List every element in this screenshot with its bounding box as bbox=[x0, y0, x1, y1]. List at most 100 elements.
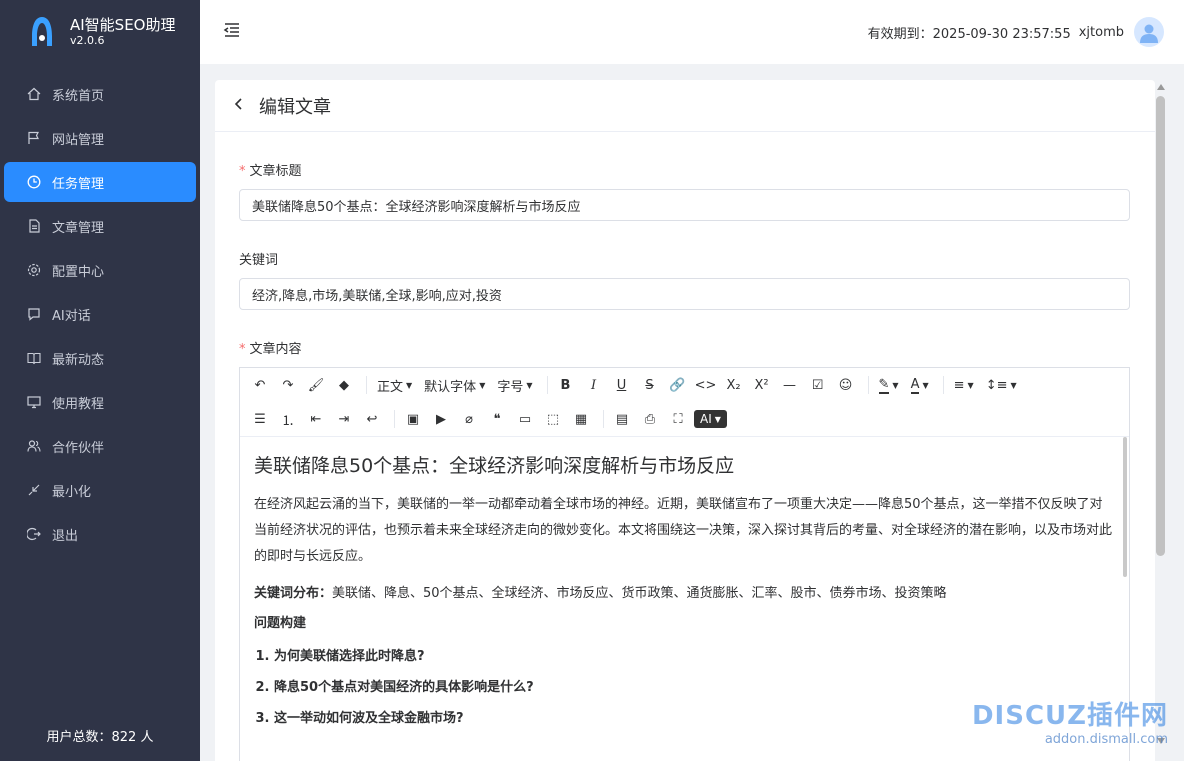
paragraph-select[interactable]: 正文 ▼ bbox=[373, 373, 416, 397]
superscript-icon[interactable]: X² bbox=[750, 373, 774, 397]
title-input-value: 美联储降息50个基点：全球经济影响深度解析与市场反应 bbox=[252, 199, 581, 215]
article-form: * 文章标题 美联储降息50个基点：全球经济影响深度解析与市场反应 关键词 经济,… bbox=[215, 160, 1155, 761]
font-size-select[interactable]: 字号 ▼ bbox=[493, 373, 536, 397]
user-count: 用户总数：822 人 bbox=[46, 730, 154, 745]
keywords-input-value: 经济,降息,市场,美联储,全球,影响,应对,投资 bbox=[252, 288, 502, 304]
quote-icon[interactable]: ❝ bbox=[485, 407, 509, 431]
card-header: 编辑文章 bbox=[215, 80, 1155, 132]
bold-icon[interactable]: B bbox=[554, 373, 578, 397]
partner-icon bbox=[26, 438, 42, 454]
template-icon[interactable]: ▤ bbox=[610, 407, 634, 431]
required-mark: * bbox=[239, 342, 246, 357]
highlight-color-icon[interactable]: ✎ ▼ bbox=[875, 373, 903, 397]
italic-icon[interactable]: I bbox=[582, 373, 606, 397]
format-painter-icon[interactable]: 🖌 bbox=[304, 373, 328, 397]
page-scrollbar[interactable] bbox=[1156, 96, 1165, 556]
font-family-select-value: 默认字体 bbox=[424, 379, 477, 395]
link-icon[interactable]: 🔗 bbox=[666, 373, 690, 397]
emoji-icon[interactable]: ☺ bbox=[834, 373, 858, 397]
keyword-distribution-label: 关键词分布： bbox=[254, 586, 333, 601]
table-icon[interactable]: ▦ bbox=[569, 407, 593, 431]
back-icon[interactable] bbox=[233, 96, 245, 115]
toolbar-divider bbox=[603, 410, 604, 428]
title-input[interactable]: 美联储降息50个基点：全球经济影响深度解析与市场反应 bbox=[239, 189, 1130, 221]
keyword-distribution-text: 美联储、降息、50个基点、全球经济、市场反应、货币政策、通货膨胀、汇率、股市、债… bbox=[332, 586, 947, 601]
editor-toolbar-row-2: ☰ ⒈ ⇤ ⇥ ↩ ▣ ▶ ⌀ ❝ ▭ ⬚ ▦ ▤ ⎙ ⛶ AI ▼ bbox=[240, 402, 1129, 436]
chevron-down-icon: ▼ bbox=[967, 380, 974, 390]
content-label: * 文章内容 bbox=[239, 338, 1131, 357]
line-height-icon[interactable]: ↕≡ ▼ bbox=[982, 373, 1021, 397]
fullscreen-icon[interactable]: ⛶ bbox=[666, 407, 690, 431]
sidebar-item-partners[interactable]: 合作伙伴 bbox=[4, 426, 196, 466]
collapse-menu-icon[interactable] bbox=[222, 20, 242, 44]
editor-scrollbar[interactable] bbox=[1123, 437, 1127, 577]
watermark: DISCUZ插件网 addon.dismall.com bbox=[972, 695, 1168, 747]
clear-format-icon[interactable]: ◆ bbox=[332, 373, 356, 397]
username[interactable]: xjtomb bbox=[1079, 25, 1124, 40]
redo-icon[interactable]: ↷ bbox=[276, 373, 300, 397]
app-version: v2.0.6 bbox=[70, 34, 105, 47]
embed-icon[interactable]: ⬚ bbox=[541, 407, 565, 431]
gear-icon bbox=[26, 262, 42, 278]
chevron-down-icon: ▼ bbox=[892, 380, 899, 390]
content-paragraph: 在经济风起云涌的当下，美联储的一举一动都牵动着全球市场的神经。近期，美联储宣布了… bbox=[254, 497, 1113, 564]
document-icon bbox=[26, 218, 42, 234]
align-icon[interactable]: ≡ ▼ bbox=[950, 373, 978, 397]
wrap-icon[interactable]: ↩ bbox=[360, 407, 384, 431]
sidebar-item-label: 最新动态 bbox=[52, 352, 105, 368]
outdent-icon[interactable]: ⇤ bbox=[304, 407, 328, 431]
toolbar-divider bbox=[546, 376, 548, 394]
image-icon[interactable]: ▣ bbox=[401, 407, 425, 431]
sidebar-item-config[interactable]: 配置中心 bbox=[4, 250, 196, 290]
required-mark: * bbox=[239, 164, 246, 179]
underline-icon[interactable]: U bbox=[610, 373, 634, 397]
subscript-icon[interactable]: X₂ bbox=[722, 373, 746, 397]
edit-article-card: 编辑文章 * 文章标题 美联储降息50个基点：全球经济影响深度解析与市场反应 关键… bbox=[215, 80, 1155, 761]
chevron-down-icon: ▼ bbox=[526, 380, 533, 390]
sidebar-item-sites[interactable]: 网站管理 bbox=[4, 118, 196, 158]
print-icon[interactable]: ⎙ bbox=[638, 407, 662, 431]
attachment-icon[interactable]: ⌀ bbox=[457, 407, 481, 431]
keywords-input[interactable]: 经济,降息,市场,美联储,全球,影响,应对,投资 bbox=[239, 278, 1130, 310]
list-item: 降息50个基点对美国经济的具体影响是什么? bbox=[274, 676, 1115, 695]
font-family-select[interactable]: 默认字体 ▼ bbox=[420, 373, 489, 397]
font-color-icon[interactable]: A ▼ bbox=[907, 373, 933, 397]
horizontal-rule-icon[interactable]: — bbox=[778, 373, 802, 397]
chevron-down-icon: ▼ bbox=[714, 414, 721, 424]
checkbox-icon[interactable]: ☑ bbox=[806, 373, 830, 397]
page-title: 编辑文章 bbox=[259, 96, 331, 118]
minimize-icon bbox=[26, 482, 42, 498]
sidebar-item-home[interactable]: 系统首页 bbox=[4, 74, 196, 114]
chevron-down-icon: ▼ bbox=[479, 380, 486, 390]
sidebar-item-news[interactable]: 最新动态 bbox=[4, 338, 196, 378]
watermark-url: addon.dismall.com bbox=[1044, 732, 1168, 747]
sidebar-item-articles[interactable]: 文章管理 bbox=[4, 206, 196, 246]
sidebar-item-logout[interactable]: 退出 bbox=[4, 514, 196, 554]
code-block-icon[interactable]: ▭ bbox=[513, 407, 537, 431]
strikethrough-icon[interactable]: S bbox=[638, 373, 662, 397]
video-icon[interactable]: ▶ bbox=[429, 407, 453, 431]
questions-heading: 问题构建 bbox=[254, 616, 307, 631]
chevron-down-icon: ▼ bbox=[406, 380, 413, 390]
bullet-list-icon[interactable]: ☰ bbox=[248, 407, 272, 431]
app-root: AI智能SEO助理 v2.0.6 系统首页 网站管理 任务管理 文章管理 配置中… bbox=[0, 0, 1184, 761]
indent-icon[interactable]: ⇥ bbox=[332, 407, 356, 431]
sidebar-item-tutorial[interactable]: 使用教程 bbox=[4, 382, 196, 422]
scroll-up-arrow-icon[interactable] bbox=[1157, 84, 1165, 90]
sidebar-item-tasks[interactable]: 任务管理 bbox=[4, 162, 196, 202]
app-logo-icon bbox=[32, 17, 52, 46]
flag-icon bbox=[26, 130, 42, 146]
app-name: AI智能SEO助理 bbox=[70, 16, 176, 34]
ai-assist-button[interactable]: AI ▼ bbox=[694, 410, 727, 428]
sidebar-item-ai-chat[interactable]: AI对话 bbox=[4, 294, 196, 334]
undo-icon[interactable]: ↶ bbox=[248, 373, 272, 397]
code-icon[interactable]: <> bbox=[694, 373, 718, 397]
sidebar-item-minimize[interactable]: 最小化 bbox=[4, 470, 196, 510]
sidebar: AI智能SEO助理 v2.0.6 系统首页 网站管理 任务管理 文章管理 配置中… bbox=[0, 0, 200, 761]
title-label: * 文章标题 bbox=[239, 160, 1131, 179]
sidebar-item-label: AI对话 bbox=[52, 308, 91, 324]
paragraph-select-value: 正文 bbox=[377, 379, 404, 395]
toolbar-divider bbox=[366, 376, 367, 394]
avatar[interactable] bbox=[1134, 17, 1164, 47]
numbered-list-icon[interactable]: ⒈ bbox=[276, 407, 300, 431]
